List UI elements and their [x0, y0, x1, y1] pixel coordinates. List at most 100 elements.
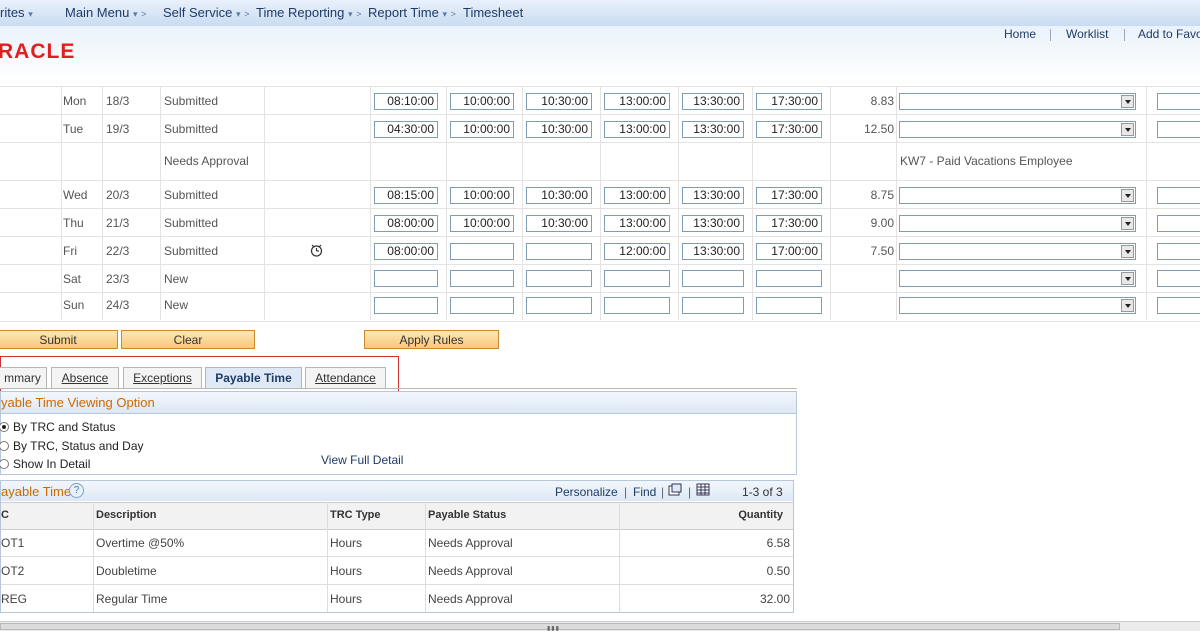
extra-field[interactable]	[1157, 270, 1200, 287]
meal-in-field[interactable]	[526, 243, 592, 260]
find-link[interactable]: Find	[633, 485, 656, 499]
tab-summary[interactable]: mmary	[0, 367, 47, 388]
nav-report-time-label: Report Time	[368, 5, 439, 20]
total-hours: 8.83	[870, 94, 894, 108]
dropdown-arrow-icon[interactable]	[1121, 272, 1134, 285]
break-out-field[interactable]	[604, 270, 670, 287]
scrollbar-thumb[interactable]: ▮▮▮	[0, 623, 1120, 632]
extra-field[interactable]	[1157, 215, 1200, 232]
time-in-field[interactable]	[374, 297, 438, 314]
dropdown-arrow-icon[interactable]	[1121, 299, 1134, 312]
clock-exception-icon[interactable]	[309, 243, 324, 258]
tab-attendance[interactable]: Attendance	[305, 367, 386, 388]
break-in-field[interactable]: 13:30:00	[682, 121, 744, 138]
extra-field[interactable]	[1157, 93, 1200, 110]
trc-select[interactable]	[899, 93, 1136, 110]
extra-field[interactable]	[1157, 187, 1200, 204]
add-to-favorites-link[interactable]: Add to Favo	[1138, 27, 1200, 41]
submit-button[interactable]: Submit	[0, 330, 118, 349]
tab-exceptions[interactable]: Exceptions	[123, 367, 202, 388]
trc-select[interactable]	[899, 297, 1136, 314]
time-in-field[interactable]: 08:00:00	[374, 243, 438, 260]
time-out-field[interactable]: 17:30:00	[756, 215, 822, 232]
time-in-field[interactable]: 08:15:00	[374, 187, 438, 204]
column-payable-status[interactable]: Payable Status	[428, 509, 506, 521]
meal-out-field[interactable]: 10:00:00	[450, 93, 514, 110]
view-full-detail-link[interactable]: View Full Detail	[321, 453, 403, 467]
column-quantity[interactable]: Quantity	[621, 509, 783, 521]
break-out-field[interactable]: 13:00:00	[604, 215, 670, 232]
nav-self-service[interactable]: Self Service ▾ >	[163, 5, 249, 20]
column-trc-type[interactable]: TRC Type	[330, 509, 381, 521]
meal-in-field[interactable]: 10:30:00	[526, 187, 592, 204]
clear-button[interactable]: Clear	[121, 330, 255, 349]
radio-by-trc-status-day[interactable]	[0, 441, 9, 451]
time-in-field[interactable]: 08:10:00	[374, 93, 438, 110]
extra-field[interactable]	[1157, 243, 1200, 260]
time-out-field[interactable]: 17:00:00	[756, 243, 822, 260]
time-in-field[interactable]: 08:00:00	[374, 215, 438, 232]
home-link[interactable]: Home	[1004, 27, 1036, 41]
break-in-field[interactable]	[682, 297, 744, 314]
break-in-field[interactable]: 13:30:00	[682, 215, 744, 232]
dropdown-arrow-icon[interactable]	[1121, 123, 1134, 136]
radio-show-in-detail[interactable]	[0, 459, 9, 469]
column-description[interactable]: Description	[96, 509, 157, 521]
nav-time-reporting[interactable]: Time Reporting ▾ >	[256, 5, 361, 20]
meal-in-field[interactable]	[526, 297, 592, 314]
trc-select[interactable]	[899, 270, 1136, 287]
meal-out-field[interactable]: 10:00:00	[450, 187, 514, 204]
meal-in-field[interactable]: 10:30:00	[526, 93, 592, 110]
nav-report-time[interactable]: Report Time ▾ >	[368, 5, 456, 20]
apply-rules-button[interactable]: Apply Rules	[364, 330, 499, 349]
nav-timesheet[interactable]: Timesheet	[463, 5, 523, 20]
radio-by-trc-status[interactable]	[0, 422, 9, 432]
column-trc[interactable]: C	[1, 509, 9, 521]
extra-field[interactable]	[1157, 297, 1200, 314]
dropdown-arrow-icon[interactable]	[1121, 217, 1134, 230]
time-out-field[interactable]: 17:30:00	[756, 121, 822, 138]
time-in-field[interactable]	[374, 270, 438, 287]
meal-in-field[interactable]	[526, 270, 592, 287]
meal-out-field[interactable]: 10:00:00	[450, 121, 514, 138]
help-icon[interactable]: ?	[69, 483, 84, 498]
trc-select[interactable]	[899, 187, 1136, 204]
break-in-field[interactable]	[682, 270, 744, 287]
extra-field[interactable]	[1157, 121, 1200, 138]
trc-select[interactable]	[899, 215, 1136, 232]
viewing-option-title: yable Time Viewing Option	[1, 395, 155, 410]
view-all-icon[interactable]	[668, 483, 682, 496]
meal-out-field[interactable]	[450, 297, 514, 314]
break-out-field[interactable]: 12:00:00	[604, 243, 670, 260]
trc-select[interactable]	[899, 243, 1136, 260]
break-in-field[interactable]: 13:30:00	[682, 93, 744, 110]
time-out-field[interactable]: 17:30:00	[756, 93, 822, 110]
time-out-field[interactable]: 17:30:00	[756, 187, 822, 204]
meal-out-field[interactable]: 10:00:00	[450, 215, 514, 232]
break-in-field[interactable]: 13:30:00	[682, 243, 744, 260]
meal-in-field[interactable]: 10:30:00	[526, 121, 592, 138]
dropdown-arrow-icon[interactable]	[1121, 95, 1134, 108]
time-in-field[interactable]: 04:30:00	[374, 121, 438, 138]
dropdown-arrow-icon[interactable]	[1121, 245, 1134, 258]
status-label: Submitted	[164, 94, 219, 108]
download-spreadsheet-icon[interactable]	[696, 483, 710, 496]
time-out-field[interactable]	[756, 270, 822, 287]
break-in-field[interactable]: 13:30:00	[682, 187, 744, 204]
break-out-field[interactable]: 13:00:00	[604, 187, 670, 204]
trc-select[interactable]	[899, 121, 1136, 138]
meal-in-field[interactable]: 10:30:00	[526, 215, 592, 232]
nav-main-menu[interactable]: Main Menu ▾ >	[65, 5, 146, 20]
dropdown-arrow-icon[interactable]	[1121, 189, 1134, 202]
tab-payable-time[interactable]: Payable Time	[205, 367, 302, 388]
break-out-field[interactable]: 13:00:00	[604, 93, 670, 110]
worklist-link[interactable]: Worklist	[1066, 27, 1108, 41]
break-out-field[interactable]: 13:00:00	[604, 121, 670, 138]
break-out-field[interactable]	[604, 297, 670, 314]
personalize-link[interactable]: Personalize	[555, 485, 618, 499]
time-out-field[interactable]	[756, 297, 822, 314]
tab-absence[interactable]: Absence	[51, 367, 119, 388]
meal-out-field[interactable]	[450, 270, 514, 287]
nav-favorites[interactable]: rites ▾	[0, 5, 33, 20]
meal-out-field[interactable]	[450, 243, 514, 260]
